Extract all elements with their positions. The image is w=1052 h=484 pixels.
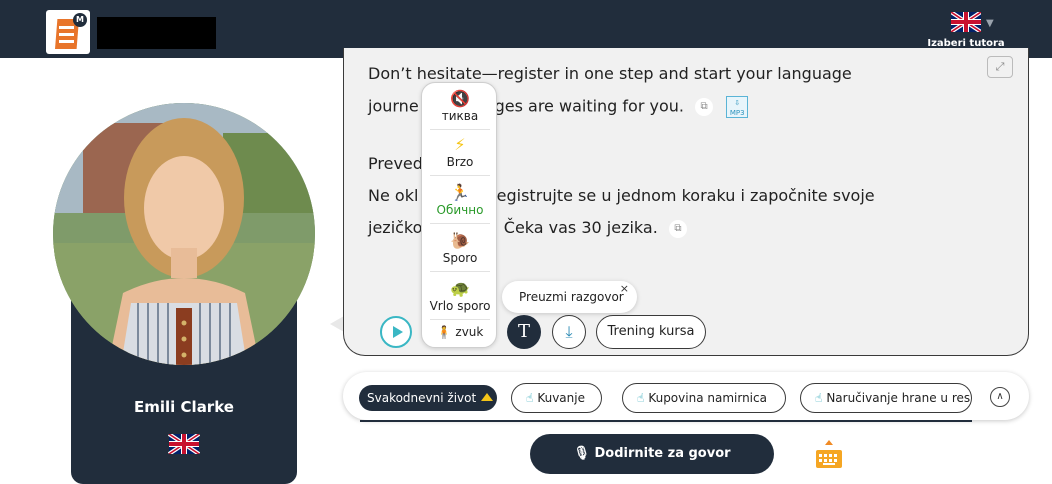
app-logo[interactable]: M xyxy=(46,10,90,54)
caret-up-icon xyxy=(481,393,494,401)
lightning-icon: ⚡ xyxy=(454,135,466,154)
message-fragment: Ne okl xyxy=(368,186,419,205)
message-fragment: uages are waiting for you. xyxy=(474,96,684,116)
speed-item-label: Vrlo sporo xyxy=(429,299,491,313)
chip-label: Kuvanje xyxy=(537,391,585,405)
tutor-name: Emili Clarke xyxy=(134,398,234,416)
speak-label: Dodirnite za govor xyxy=(594,446,731,461)
close-icon[interactable]: × xyxy=(620,273,629,305)
runner-icon: 🏃 xyxy=(450,183,470,202)
play-button[interactable] xyxy=(380,316,412,348)
message-fragment: e! Čeka vas 30 jezika. xyxy=(482,218,658,237)
chevron-down-icon: ▼ xyxy=(986,18,994,29)
speed-item-label: Обично xyxy=(436,203,484,217)
pointer-hand-icon: ☝ xyxy=(526,391,534,405)
chevron-up-icon[interactable]: ∧ xyxy=(990,387,1010,407)
mute-icon: 🔇 xyxy=(450,89,470,108)
tutor-avatar xyxy=(53,103,315,365)
message-line: jezičko e! Čeka vas 30 jezika. ⧉ xyxy=(368,218,687,238)
topic-chip[interactable]: ☝ Naručivanje hrane u resi xyxy=(800,383,972,413)
message-fragment: journe xyxy=(368,96,419,116)
expand-icon[interactable]: ⤢ xyxy=(987,56,1013,78)
uk-flag-icon xyxy=(951,12,981,32)
logo-badge: M xyxy=(73,13,87,27)
message-fragment: jezičko xyxy=(368,218,423,237)
message-line: Preved xyxy=(368,154,423,173)
pointer-hand-icon: ☝ xyxy=(637,391,645,405)
turtle-icon: 🐢 xyxy=(450,279,470,298)
chevron-up-icon xyxy=(825,440,833,445)
message-line: Don’t hesitate—register in one step and … xyxy=(368,64,852,83)
bubble-tail xyxy=(330,316,344,332)
copy-icon[interactable]: ⧉ xyxy=(695,98,714,116)
chip-label: Naručivanje hrane u resi xyxy=(826,391,972,405)
category-dropdown-label: Svakodnevni život xyxy=(367,391,477,405)
speed-item-very-slow[interactable]: 🐢 Vrlo sporo xyxy=(422,279,498,313)
microphone-icon: 🎙 xyxy=(573,446,590,461)
speed-menu: 🔇 тиква ⚡ Brzo 🏃 Обично 🐌 Sporo 🐢 Vrlo s… xyxy=(421,82,497,348)
person-icon: 🧍 xyxy=(436,325,452,339)
keyboard-icon[interactable] xyxy=(816,440,842,470)
speed-item-normal[interactable]: 🏃 Обично xyxy=(422,183,498,217)
mp3-label: MP3 xyxy=(729,109,745,117)
mp3-download-icon[interactable]: ⇩ MP3 xyxy=(726,96,749,118)
speed-item-label: Brzo xyxy=(446,155,474,169)
topic-chip[interactable]: ☝ Kupovina namirnica xyxy=(622,383,786,413)
training-course-button[interactable]: Trening kursa xyxy=(596,315,706,349)
speed-item-label: zvuk xyxy=(455,325,484,339)
speed-item-mute[interactable]: 🔇 тиква xyxy=(422,89,498,123)
chip-label: Kupovina namirnica xyxy=(648,391,767,405)
speed-item-label: тиква xyxy=(441,109,479,123)
snail-icon: 🐌 xyxy=(450,231,470,250)
play-icon xyxy=(393,326,403,338)
uk-flag-icon xyxy=(168,434,200,454)
redacted-username xyxy=(97,17,216,49)
category-scroll-indicator xyxy=(360,420,972,422)
speed-item-fast[interactable]: ⚡ Brzo xyxy=(422,135,498,169)
topic-chip[interactable]: ☝ Kuvanje xyxy=(511,383,602,413)
speed-item-slow[interactable]: 🐌 Sporo xyxy=(422,231,498,265)
download-button[interactable]: ⤓ xyxy=(552,315,586,349)
speed-item-sound[interactable]: 🧍 zvuk xyxy=(422,325,498,339)
category-dropdown[interactable]: Svakodnevni život xyxy=(359,385,497,411)
tap-to-speak-button[interactable]: 🎙 Dodirnite za govor xyxy=(530,434,774,474)
download-tooltip: Preuzmi razgovor × xyxy=(502,281,637,313)
message-fragment: registrujte se u jednom koraku i započni… xyxy=(490,186,875,205)
copy-icon[interactable]: ⧉ xyxy=(668,219,687,238)
speed-item-label: Sporo xyxy=(442,251,478,265)
text-toggle-button[interactable]: T xyxy=(507,315,541,349)
tooltip-text: Preuzmi razgovor xyxy=(519,290,624,304)
pointer-hand-icon: ☝ xyxy=(815,391,823,405)
